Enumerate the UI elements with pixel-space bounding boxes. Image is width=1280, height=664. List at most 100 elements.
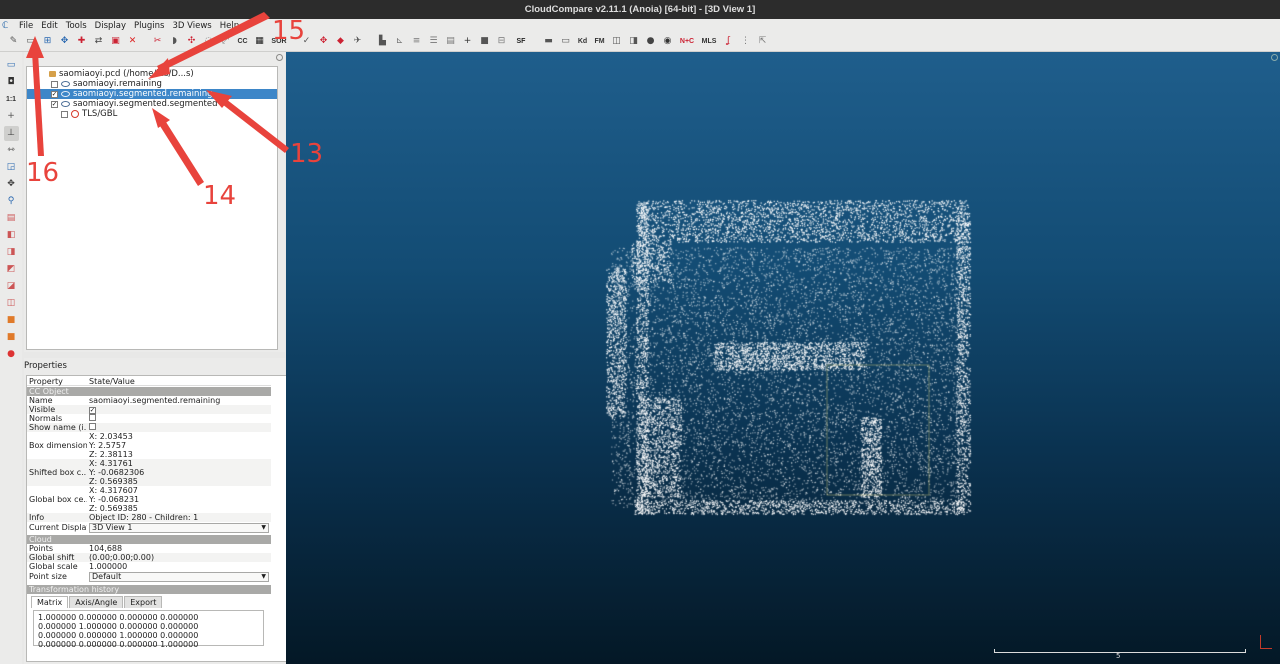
transformation-tabs: Matrix Axis/Angle Export: [31, 596, 163, 608]
fm-icon[interactable]: FM: [592, 34, 607, 49]
tree-item-sensor[interactable]: TLS/GBL: [61, 109, 117, 119]
iso-back-icon[interactable]: ■: [4, 330, 19, 345]
sf-rows-icon[interactable]: ☰: [426, 34, 441, 49]
scalar-field-icon[interactable]: SF: [511, 34, 531, 49]
clone-icon[interactable]: ⊞: [40, 34, 55, 49]
plus-icon[interactable]: +: [460, 34, 475, 49]
primitive-icon[interactable]: ◨: [626, 34, 641, 49]
translate-icon[interactable]: ⇄: [91, 34, 106, 49]
menu-edit[interactable]: Edit: [37, 21, 61, 31]
menu-help[interactable]: Help: [216, 21, 243, 31]
view-top-icon[interactable]: ▤: [4, 211, 19, 226]
align-icon[interactable]: ◆: [333, 34, 348, 49]
tree-item-segmented-remaining[interactable]: ✓ saomiaoyi.segmented.remaining: [27, 89, 277, 99]
ransac-icon[interactable]: ʆ: [721, 34, 736, 49]
rotate-icon[interactable]: ⇿: [4, 143, 19, 158]
zoom-icon[interactable]: ⚲: [4, 194, 19, 209]
tree-item-segmented-segmented[interactable]: ✓ saomiaoyi.segmented.segmented: [51, 99, 218, 109]
visible-checkbox[interactable]: ✓: [89, 407, 96, 414]
sf-list-icon[interactable]: ≡: [409, 34, 424, 49]
prop-current-display: Current Display 3D View 1 ▼: [27, 523, 271, 534]
sensor-icon: [71, 110, 79, 118]
tree-item-checkbox[interactable]: [61, 110, 68, 118]
menu-3d-views[interactable]: 3D Views: [168, 21, 215, 31]
mesh-sphere-icon[interactable]: ◉: [660, 34, 675, 49]
point-pick-icon[interactable]: ✣: [184, 34, 199, 49]
move-icon[interactable]: ⤢: [218, 34, 233, 49]
distance-icon[interactable]: ⋮: [738, 34, 753, 49]
view-back-icon[interactable]: ◩: [4, 262, 19, 277]
file-icon: [49, 71, 56, 77]
iso-front-icon[interactable]: ■: [4, 313, 19, 328]
segment-icon[interactable]: ✂: [150, 34, 165, 49]
normals-checkbox[interactable]: [89, 414, 96, 421]
panel-close-icon[interactable]: [276, 54, 283, 61]
save-icon[interactable]: ▭: [23, 34, 38, 49]
cross-section-icon[interactable]: ◗: [167, 34, 182, 49]
view-bottom-icon[interactable]: ◫: [4, 296, 19, 311]
tab-export[interactable]: Export: [124, 596, 163, 608]
sphere-icon[interactable]: ●: [643, 34, 658, 49]
menu-bar: ℂ File Edit Tools Display Plugins 3D Vie…: [0, 19, 1280, 32]
tree-item-file[interactable]: saomiaoyi.pcd (/home/lds/D...s): [49, 69, 194, 79]
delete-icon[interactable]: ✕: [125, 34, 140, 49]
kd-tree-icon[interactable]: Kd: [575, 34, 590, 49]
tree-item-checkbox[interactable]: [51, 80, 58, 88]
view-left-icon[interactable]: ◨: [4, 245, 19, 260]
tab-axis-angle[interactable]: Axis/Angle: [69, 596, 124, 608]
pivot-icon[interactable]: ⊥: [3, 126, 19, 141]
dropdown-arrow-icon: ▼: [261, 524, 266, 531]
show-name-checkbox[interactable]: [89, 423, 96, 430]
prop-global-scale: Global scale 1.000000: [29, 562, 128, 571]
sf-bars-icon[interactable]: ▤: [443, 34, 458, 49]
filter-icon[interactable]: ◌: [201, 34, 216, 49]
point-cloud: [286, 52, 1280, 664]
translate-rotate-icon[interactable]: ✥: [316, 34, 331, 49]
tab-matrix[interactable]: Matrix: [31, 596, 69, 608]
normals-compute-icon[interactable]: N+C: [677, 34, 697, 49]
display-icon[interactable]: ▭: [4, 58, 19, 73]
merge-icon[interactable]: ✥: [57, 34, 72, 49]
main-toolbar: ✎ ▭ ⊞ ✥ ✚ ⇄ ▣ ✕ ✂ ◗ ✣ ◌ ⤢ CC ▦ SOR ✓ ✥ ◆…: [0, 32, 1280, 52]
tree-item-remaining[interactable]: saomiaoyi.remaining: [51, 79, 162, 89]
tree-item-checkbox[interactable]: ✓: [51, 100, 58, 108]
minus-icon[interactable]: ■: [477, 34, 492, 49]
compare-icon[interactable]: ⇱: [755, 34, 770, 49]
menu-tools[interactable]: Tools: [62, 21, 91, 31]
db-tree: saomiaoyi.pcd (/home/lds/D...s) saomiaoy…: [26, 66, 278, 350]
properties-header: Property State/Value: [27, 377, 271, 386]
view-front-icon[interactable]: ◧: [4, 228, 19, 243]
prop-visible: Visible ✓: [27, 405, 271, 414]
perspective-icon[interactable]: ◲: [4, 160, 19, 175]
prop-info: Info Object ID: 280 - Children: 1: [27, 513, 271, 522]
menu-display[interactable]: Display: [91, 21, 130, 31]
menu-file[interactable]: File: [15, 21, 37, 31]
pan-icon[interactable]: ✥: [4, 177, 19, 192]
3d-view[interactable]: 5: [286, 52, 1280, 664]
mls-icon[interactable]: MLS: [699, 34, 719, 49]
current-display-select[interactable]: 3D View 1 ▼: [89, 523, 269, 533]
statistics-icon[interactable]: ⊾: [392, 34, 407, 49]
histogram-icon[interactable]: ▙: [375, 34, 390, 49]
octree-icon[interactable]: ◫: [609, 34, 624, 49]
one-to-one-icon[interactable]: 1:1: [4, 92, 19, 107]
noise-icon[interactable]: ▦: [252, 34, 267, 49]
cloud-icon: [61, 101, 70, 107]
menu-plugins[interactable]: Plugins: [130, 21, 168, 31]
open-icon[interactable]: ✎: [6, 34, 21, 49]
view-right-icon[interactable]: ◪: [4, 279, 19, 294]
density-icon[interactable]: ▭: [558, 34, 573, 49]
point-size-select[interactable]: Default ▼: [89, 572, 269, 582]
sf-arithmetic-icon[interactable]: ⊟: [494, 34, 509, 49]
camera-icon[interactable]: ◘: [4, 75, 19, 90]
pointer-icon[interactable]: ●: [4, 347, 19, 362]
connected-components-icon[interactable]: CC: [235, 34, 250, 49]
sample-mesh-icon[interactable]: ▬: [541, 34, 556, 49]
sample-icon[interactable]: ▣: [108, 34, 123, 49]
registration-icon[interactable]: ✈: [350, 34, 365, 49]
prop-point-size: Point size Default ▼: [27, 572, 271, 583]
tree-item-checkbox[interactable]: ✓: [51, 90, 58, 98]
subsample-icon[interactable]: ✚: [74, 34, 89, 49]
properties-table: Property State/Value CC Object Name saomi…: [26, 375, 295, 662]
cross-icon[interactable]: +: [4, 109, 19, 124]
